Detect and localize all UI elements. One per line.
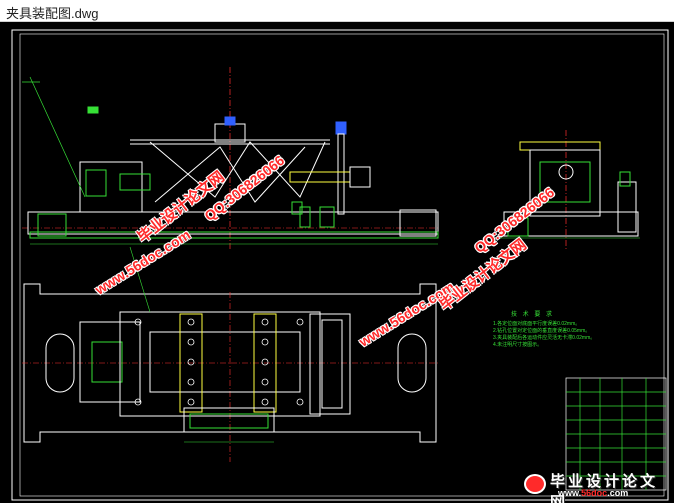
- top-view: [22, 246, 440, 462]
- side-view: [500, 130, 640, 250]
- note-item: 2.钻孔位置对定位面的垂直度误差0.05mm。: [493, 328, 591, 334]
- technical-notes: 技 术 要 求 1.各定位面对底面平行度误差0.02mm。 2.钻孔位置对定位面…: [493, 312, 595, 349]
- title-bar: 夹具装配图.dwg: [0, 0, 674, 22]
- site-logo: 毕业设计论文网 www.56doc.com: [518, 470, 670, 503]
- note-item: 3.夹具装配后各运动件应灵活无卡滞0.02mm。: [493, 335, 596, 341]
- logo-mark-icon: [524, 474, 546, 494]
- cad-drawing: [11, 29, 669, 501]
- window-title: 夹具装配图.dwg: [6, 6, 99, 21]
- notes-heading: 技 术 要 求: [511, 312, 555, 318]
- logo-name: 毕业设计论文网: [550, 473, 659, 503]
- note-item: 1.各定位面对底面平行度误差0.02mm。: [493, 321, 581, 327]
- sheet-frame-inner: [19, 33, 665, 497]
- drawing-canvas[interactable]: 技 术 要 求 1.各定位面对底面平行度误差0.02mm。 2.钻孔位置对定位面…: [0, 22, 674, 503]
- logo-url: www.56doc.com: [558, 488, 629, 498]
- sheet-frame: [11, 29, 669, 501]
- note-item: 4.未注明尺寸按图示。: [493, 342, 543, 348]
- front-view: [22, 67, 440, 250]
